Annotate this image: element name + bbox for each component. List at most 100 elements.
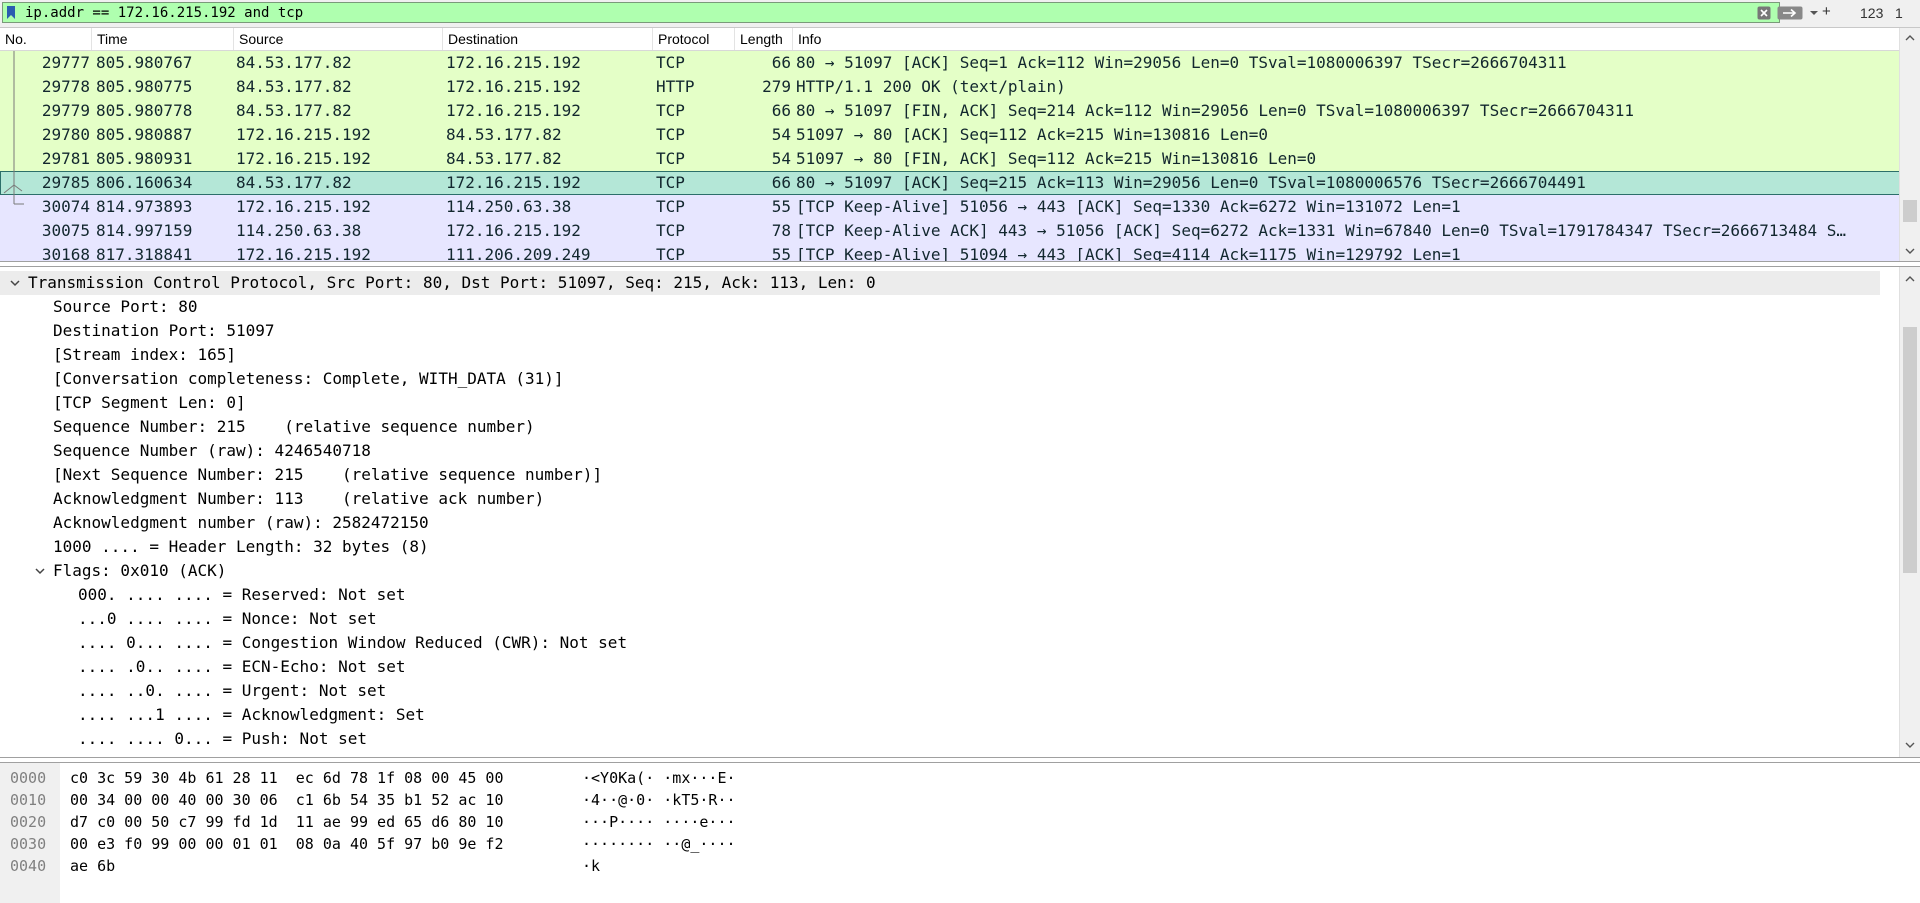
packet-cell-len: 55	[771, 197, 791, 216]
scroll-up-icon[interactable]	[1904, 273, 1916, 285]
tree-node-field[interactable]: .... .0.. .... = ECN-Echo: Not set	[78, 655, 406, 679]
packet-row-selected[interactable]: 29785 806.160634 84.53.177.82 172.16.215.19…	[0, 171, 1900, 195]
packet-bytes-pane: 0000 c0 3c 59 30 4b 61 28 11 ec 6d 78 1f …	[0, 762, 1920, 903]
display-filter-text[interactable]: ip.addr == 172.16.215.192 and tcp	[25, 5, 303, 21]
column-header-destination[interactable]: Destination	[443, 28, 653, 50]
packet-cell-proto: TCP	[656, 149, 685, 168]
byte-offset: 0040	[10, 857, 47, 875]
expand-chevron-icon[interactable]	[8, 276, 22, 290]
packet-row[interactable]: 30074 814.973893 172.16.215.192 114.250.63.…	[0, 195, 1900, 219]
clear-filter-icon[interactable]	[1757, 6, 1771, 20]
byte-ascii-values[interactable]: ···P···· ····e···	[582, 811, 736, 833]
tree-node-field[interactable]: .... .... 0... = Push: Not set	[78, 727, 367, 751]
tree-node-field[interactable]: Sequence Number (raw): 4246540718	[53, 439, 371, 463]
byte-offset: 0000	[10, 769, 47, 787]
byte-ascii-values[interactable]: ········ ··@_····	[582, 833, 736, 855]
packet-cell-src: 84.53.177.82	[236, 101, 352, 120]
packet-row[interactable]: 29780 805.980887 172.16.215.192 84.53.177.8…	[0, 123, 1900, 147]
packet-cell-dst: 172.16.215.192	[446, 173, 581, 192]
tree-node-expandable[interactable]: Transmission Control Protocol, Src Port:…	[28, 271, 876, 295]
packet-cell-src: 172.16.215.192	[236, 125, 371, 144]
tree-node-field[interactable]: 1000 .... = Header Length: 32 bytes (8)	[53, 535, 429, 559]
column-header-protocol[interactable]: Protocol	[653, 28, 735, 50]
packet-cell-proto: TCP	[656, 197, 685, 216]
tree-node-field[interactable]: ...0 .... .... = Nonce: Not set	[78, 607, 377, 631]
tree-node-field[interactable]: Acknowledgment Number: 113 (relative ack…	[53, 487, 544, 511]
packet-cell-proto: TCP	[656, 173, 685, 192]
column-header-info[interactable]: Info	[793, 28, 1900, 50]
packet-cell-dst: 111.206.209.249	[446, 245, 591, 262]
packet-cell-src: 84.53.177.82	[236, 173, 352, 192]
byte-hex-values[interactable]: ae 6b	[70, 855, 115, 877]
packet-cell-info: 51097 → 80 [ACK] Seq=112 Ack=215 Win=130…	[796, 125, 1269, 144]
packet-cell-info: [TCP Keep-Alive] 51094 → 443 [ACK] Seq=4…	[796, 245, 1461, 262]
packet-cell-proto: HTTP	[656, 77, 695, 96]
packet-cell-len: 55	[771, 245, 791, 262]
packet-cell-time: 805.980767	[96, 53, 193, 72]
column-header-time[interactable]: Time	[92, 28, 234, 50]
tree-node-field[interactable]: Destination Port: 51097	[53, 319, 275, 343]
packet-row[interactable]: 30168 817.318841 172.16.215.192 111.206.209…	[0, 243, 1900, 262]
packet-cell-src: 172.16.215.192	[236, 245, 371, 262]
packet-list-header: No. Time Source Destination Protocol Len…	[0, 28, 1900, 51]
packet-cell-proto: TCP	[656, 53, 685, 72]
apply-filter-icon[interactable]	[1777, 6, 1803, 20]
tree-node-field[interactable]: Source Port: 80	[53, 295, 198, 319]
tree-node-field[interactable]: [Stream index: 165]	[53, 343, 236, 367]
bookmark-icon[interactable]	[7, 6, 15, 19]
packet-cell-time: 805.980887	[96, 125, 193, 144]
packet-cell-info: HTTP/1.1 200 OK (text/plain)	[796, 77, 1066, 96]
column-header-length[interactable]: Length	[735, 28, 793, 50]
byte-ascii-values[interactable]: ·4··@·0· ·kT5·R··	[582, 789, 736, 811]
packet-cell-src: 84.53.177.82	[236, 77, 352, 96]
packet-list-scroll-thumb[interactable]	[1903, 200, 1917, 222]
byte-ascii-values[interactable]: ·<Y0Ka(· ·mx···E·	[582, 767, 736, 789]
column-header-no[interactable]: No.	[0, 28, 92, 50]
tree-node-expandable[interactable]: Flags: 0x010 (ACK)	[53, 559, 226, 583]
packet-list-scrollbar[interactable]	[1899, 28, 1920, 261]
tree-node-field[interactable]: [Conversation completeness: Complete, WI…	[53, 367, 564, 391]
tree-node-field[interactable]: .... ..0. .... = Urgent: Not set	[78, 679, 386, 703]
packet-cell-src: 114.250.63.38	[236, 221, 362, 240]
tree-node-field[interactable]: [TCP Segment Len: 0]	[53, 391, 246, 415]
packet-cell-info: [TCP Keep-Alive] 51056 → 443 [ACK] Seq=1…	[796, 197, 1461, 216]
packet-cell-proto: TCP	[656, 125, 685, 144]
packet-cell-no: 30168	[41, 245, 90, 262]
packet-row[interactable]: 30075 814.997159 114.250.63.38 172.16.215.1…	[0, 219, 1900, 243]
packet-cell-len: 279	[762, 77, 791, 96]
scroll-down-icon[interactable]	[1904, 245, 1916, 257]
tree-node-field[interactable]: Sequence Number: 215 (relative sequence …	[53, 415, 535, 439]
packet-row[interactable]: 29781 805.980931 172.16.215.192 84.53.177.8…	[0, 147, 1900, 171]
byte-hex-values[interactable]: 00 e3 f0 99 00 00 01 01 08 0a 40 5f 97 b…	[70, 833, 503, 855]
filter-button-123[interactable]: 123	[1860, 5, 1883, 21]
packet-cell-proto: TCP	[656, 101, 685, 120]
packet-cell-src: 172.16.215.192	[236, 197, 371, 216]
filter-button-1[interactable]: 1	[1895, 5, 1903, 21]
packet-row[interactable]: 29779 805.980778 84.53.177.82 172.16.215.19…	[0, 99, 1900, 123]
packet-cell-info: 51097 → 80 [FIN, ACK] Seq=112 Ack=215 Wi…	[796, 149, 1317, 168]
tree-node-field[interactable]: [Next Sequence Number: 215 (relative seq…	[53, 463, 602, 487]
scroll-up-icon[interactable]	[1904, 32, 1916, 44]
packet-row[interactable]: 29777 805.980767 84.53.177.82 172.16.215.19…	[0, 51, 1900, 75]
column-header-source[interactable]: Source	[234, 28, 443, 50]
details-scrollbar[interactable]	[1899, 267, 1920, 757]
expand-chevron-icon[interactable]	[33, 564, 47, 578]
scroll-down-icon[interactable]	[1904, 739, 1916, 751]
tree-node-field[interactable]: 000. .... .... = Reserved: Not set	[78, 583, 406, 607]
packet-row[interactable]: 29778 805.980775 84.53.177.82 172.16.215.19…	[0, 75, 1900, 99]
tree-node-field[interactable]: .... ...1 .... = Acknowledgment: Set	[78, 703, 425, 727]
packet-cell-time: 805.980775	[96, 77, 193, 96]
byte-hex-values[interactable]: d7 c0 00 50 c7 99 fd 1d 11 ae 99 ed 65 d…	[70, 811, 503, 833]
tree-node-field[interactable]: Acknowledgment number (raw): 2582472150	[53, 511, 429, 535]
filter-history-dropdown-icon[interactable]	[1807, 6, 1821, 20]
packet-cell-info: 80 → 51097 [ACK] Seq=215 Ack=113 Win=290…	[796, 173, 1586, 192]
display-filter-input[interactable]: ip.addr == 172.16.215.192 and tcp	[2, 2, 1818, 23]
details-scroll-thumb[interactable]	[1903, 327, 1917, 573]
packet-cell-len: 54	[771, 125, 791, 144]
byte-hex-values[interactable]: 00 34 00 00 40 00 30 06 c1 6b 54 35 b1 5…	[70, 789, 503, 811]
tree-node-field[interactable]: .... 0... .... = Congestion Window Reduc…	[78, 631, 627, 655]
add-filter-button[interactable]: +	[1822, 3, 1831, 20]
byte-ascii-values[interactable]: ·k	[582, 855, 600, 877]
packet-cell-src: 84.53.177.82	[236, 53, 352, 72]
byte-hex-values[interactable]: c0 3c 59 30 4b 61 28 11 ec 6d 78 1f 08 0…	[70, 767, 503, 789]
